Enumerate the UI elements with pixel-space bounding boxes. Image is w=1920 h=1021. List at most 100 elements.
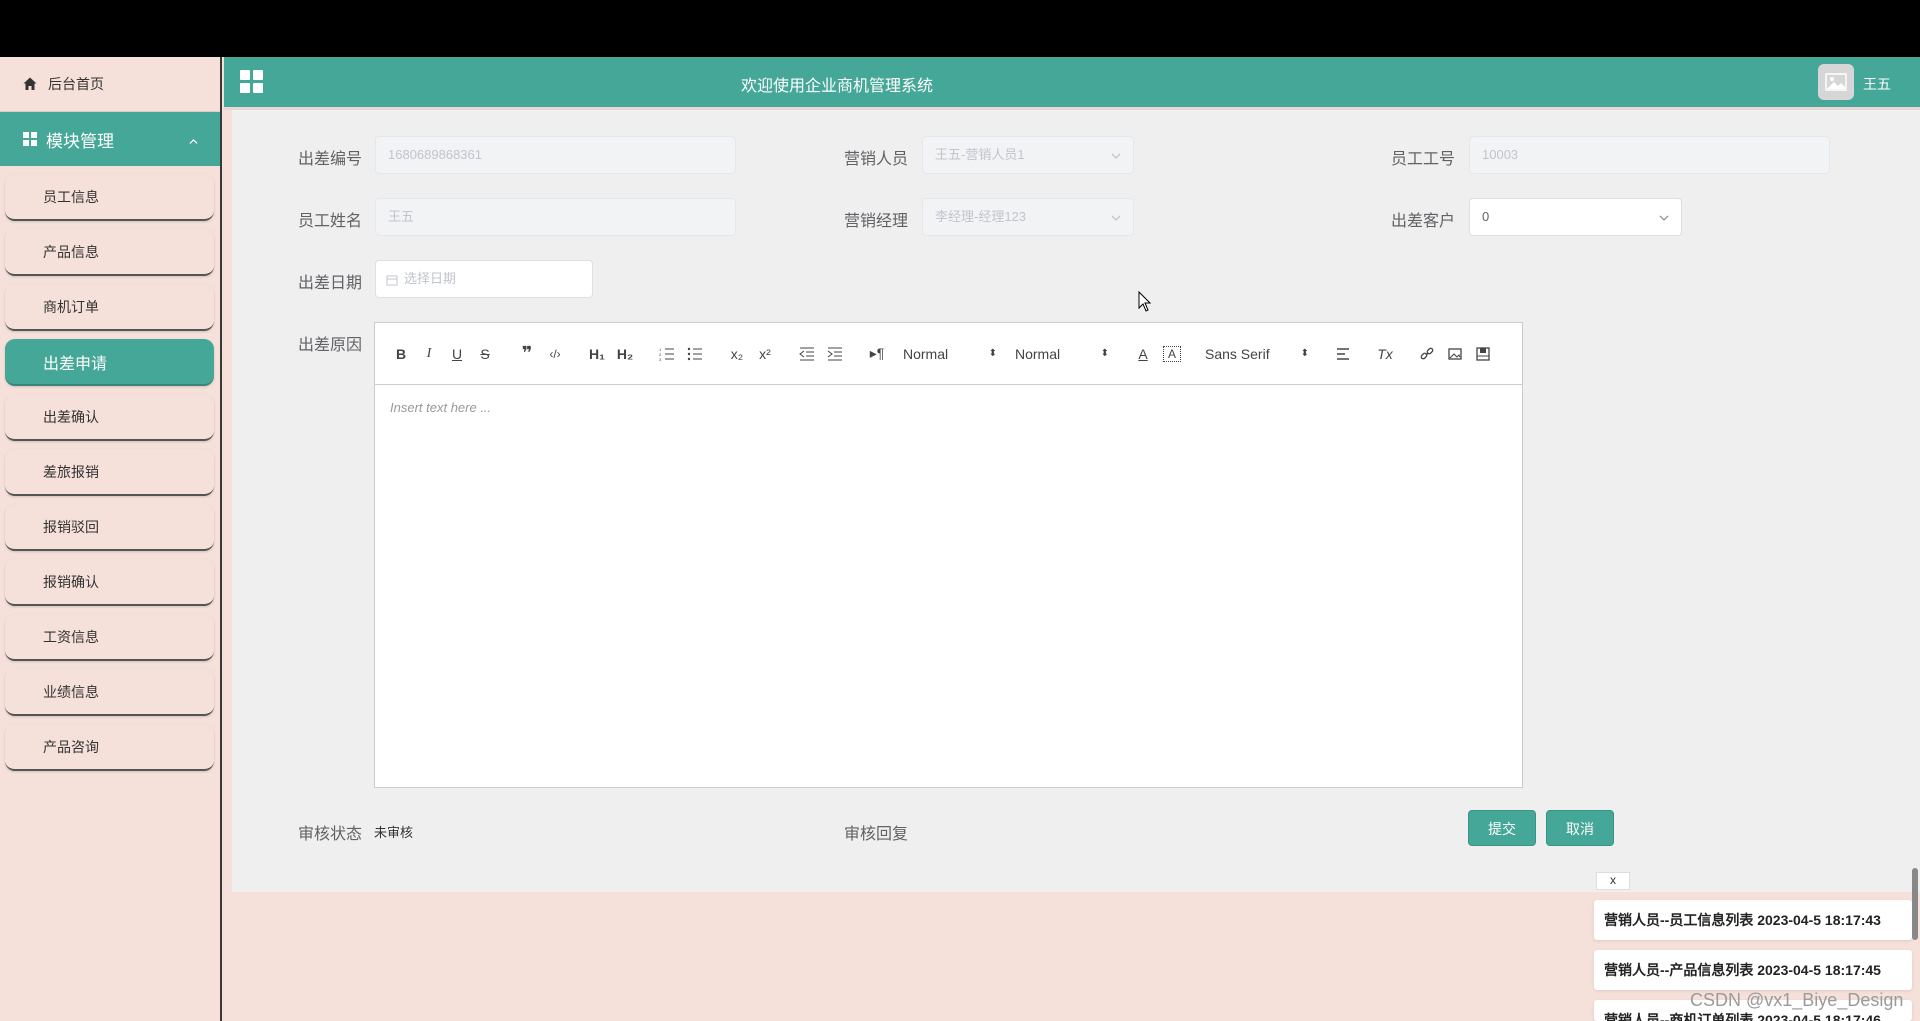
sort-arrows-icon: ⬍: [1300, 348, 1309, 359]
sidebar-item-performance-info[interactable]: 业绩信息: [5, 669, 214, 716]
sales-manager-value: 李经理-经理123: [935, 209, 1027, 224]
cancel-button[interactable]: 取消: [1546, 810, 1614, 846]
reason-label: 出差原因: [298, 337, 363, 354]
sidebar-item-travel-reimburse[interactable]: 差旅报销: [5, 449, 214, 496]
sidebar-item-employee-info[interactable]: 员工信息: [5, 174, 214, 221]
mouse-cursor-icon: [1138, 291, 1152, 312]
sales-manager-select[interactable]: 李经理-经理123: [922, 198, 1134, 236]
avatar[interactable]: [1818, 64, 1854, 100]
trip-application-form: 出差编号 1680689868361 营销人员 王五-营销人员1 员工工号 10…: [232, 110, 1920, 892]
sales-person-select[interactable]: 王五-营销人员1: [922, 136, 1134, 174]
sidebar-item-product-info[interactable]: 产品信息: [5, 229, 214, 276]
sales-manager-label: 营销经理: [844, 213, 909, 230]
font-color-icon[interactable]: A: [1129, 342, 1157, 366]
audit-reply-label: 审核回复: [844, 826, 909, 843]
sidebar-item-trip-confirm[interactable]: 出差确认: [5, 394, 214, 441]
size-picker-value: Normal: [903, 345, 949, 362]
code-block-icon[interactable]: ‹/›: [541, 342, 569, 366]
indent-icon[interactable]: [821, 342, 849, 366]
sidebar-item-label: 出差确认: [43, 408, 99, 425]
sidebar-item-label: 出差申请: [43, 355, 108, 373]
date-label: 出差日期: [298, 275, 363, 292]
sales-person-label: 营销人员: [844, 151, 909, 168]
chevron-down-icon: [1111, 215, 1121, 221]
sidebar-item-label: 报销驳回: [43, 518, 99, 535]
editor-toolbar: B I U S ❞ ‹/› H₁ H₂ 123 x₂ x² ▸¶ Normal ⬍: [375, 323, 1522, 385]
italic-icon[interactable]: I: [415, 342, 443, 366]
date-picker[interactable]: 选择日期: [375, 260, 593, 298]
sidebar-home-label: 后台首页: [48, 76, 104, 92]
align-icon[interactable]: [1329, 342, 1357, 366]
bold-icon[interactable]: B: [387, 342, 415, 366]
sidebar-item-label: 产品信息: [43, 243, 99, 260]
audit-status-label: 审核状态: [298, 826, 363, 843]
sidebar-group-label: 模块管理: [46, 131, 114, 151]
emp-no-field[interactable]: 10003: [1469, 136, 1830, 174]
strike-icon[interactable]: S: [471, 342, 499, 366]
sidebar-item-label: 员工信息: [43, 188, 99, 205]
watermark: CSDN @vx1_Biye_Design: [1690, 990, 1904, 1010]
sidebar-item-label: 产品咨询: [43, 738, 99, 755]
sales-person-value: 王五-营销人员1: [935, 147, 1025, 162]
page-title: 欢迎使用企业商机管理系统: [740, 78, 933, 95]
customer-value: 0: [1482, 209, 1490, 224]
sidebar-item-reimburse-confirm[interactable]: 报销确认: [5, 559, 214, 606]
editor-body[interactable]: Insert text here ...: [375, 385, 1522, 430]
heading-2-icon[interactable]: H₂: [611, 342, 639, 366]
date-placeholder: 选择日期: [404, 271, 457, 286]
sidebar-home[interactable]: 后台首页: [0, 57, 220, 112]
customer-select[interactable]: 0: [1469, 198, 1682, 236]
notification-scrollbar[interactable]: [1912, 868, 1918, 940]
notification-item[interactable]: 营销人员--员工信息列表 2023-04-5 18:17:43: [1594, 900, 1912, 940]
blockquote-icon[interactable]: ❞: [513, 342, 541, 366]
heading-1-icon[interactable]: H₁: [583, 342, 611, 366]
chevron-up-icon: [189, 139, 198, 144]
sidebar-item-salary-info[interactable]: 工资信息: [5, 614, 214, 661]
header-picker-value: Normal: [1015, 345, 1061, 362]
sidebar-item-label: 工资信息: [43, 628, 99, 645]
chevron-down-icon: [1659, 215, 1669, 221]
sort-arrows-icon: ⬍: [1100, 348, 1109, 359]
text-direction-icon[interactable]: ▸¶: [863, 342, 891, 366]
sidebar-item-label: 业绩信息: [43, 683, 99, 700]
emp-name-field[interactable]: 王五: [375, 198, 736, 236]
clear-format-icon[interactable]: Tx: [1371, 342, 1399, 366]
header-picker[interactable]: Normal ⬍: [1015, 346, 1115, 362]
customer-label: 出差客户: [1391, 213, 1456, 230]
underline-icon[interactable]: U: [443, 342, 471, 366]
background-color-icon[interactable]: A: [1163, 345, 1181, 362]
sidebar-item-business-orders[interactable]: 商机订单: [5, 284, 214, 331]
ordered-list-icon[interactable]: 123: [653, 342, 681, 366]
emp-name-label: 员工姓名: [298, 213, 363, 230]
sidebar-item-product-consult[interactable]: 产品咨询: [5, 724, 214, 771]
trip-no-label: 出差编号: [298, 151, 363, 168]
reason-rich-text-editor: B I U S ❞ ‹/› H₁ H₂ 123 x₂ x² ▸¶ Normal ⬍: [374, 322, 1523, 788]
subscript-icon[interactable]: x₂: [723, 342, 751, 366]
sidebar-item-trip-application[interactable]: 出差申请: [5, 339, 214, 386]
window-top-bar: [0, 0, 1920, 57]
font-picker-value: Sans Serif: [1205, 345, 1270, 362]
notification-item[interactable]: 营销人员--产品信息列表 2023-04-5 18:17:45: [1594, 950, 1912, 990]
trip-no-field[interactable]: 1680689868361: [375, 136, 736, 174]
grid-icon: [23, 132, 37, 146]
video-icon[interactable]: [1469, 342, 1497, 366]
link-icon[interactable]: [1413, 342, 1441, 366]
username[interactable]: 王五: [1863, 74, 1891, 94]
sidebar-item-label: 报销确认: [43, 573, 99, 590]
sort-arrows-icon: ⬍: [988, 348, 997, 359]
audit-status-value: 未审核: [374, 825, 414, 840]
submit-button[interactable]: 提交: [1468, 810, 1536, 846]
image-placeholder-icon: [1825, 73, 1847, 91]
home-icon: [23, 77, 37, 90]
sidebar-item-reimburse-reject[interactable]: 报销驳回: [5, 504, 214, 551]
bullet-list-icon[interactable]: [681, 342, 709, 366]
header: 欢迎使用企业商机管理系统 王五: [224, 57, 1920, 107]
superscript-icon[interactable]: x²: [751, 342, 779, 366]
size-picker[interactable]: Normal ⬍: [903, 346, 1003, 362]
notification-close-button[interactable]: x: [1596, 872, 1630, 890]
outdent-icon[interactable]: [793, 342, 821, 366]
sidebar-group-module-manage[interactable]: 模块管理: [0, 112, 220, 166]
image-icon[interactable]: [1441, 342, 1469, 366]
calendar-icon: [386, 275, 398, 286]
font-picker[interactable]: Sans Serif ⬍: [1205, 346, 1315, 362]
